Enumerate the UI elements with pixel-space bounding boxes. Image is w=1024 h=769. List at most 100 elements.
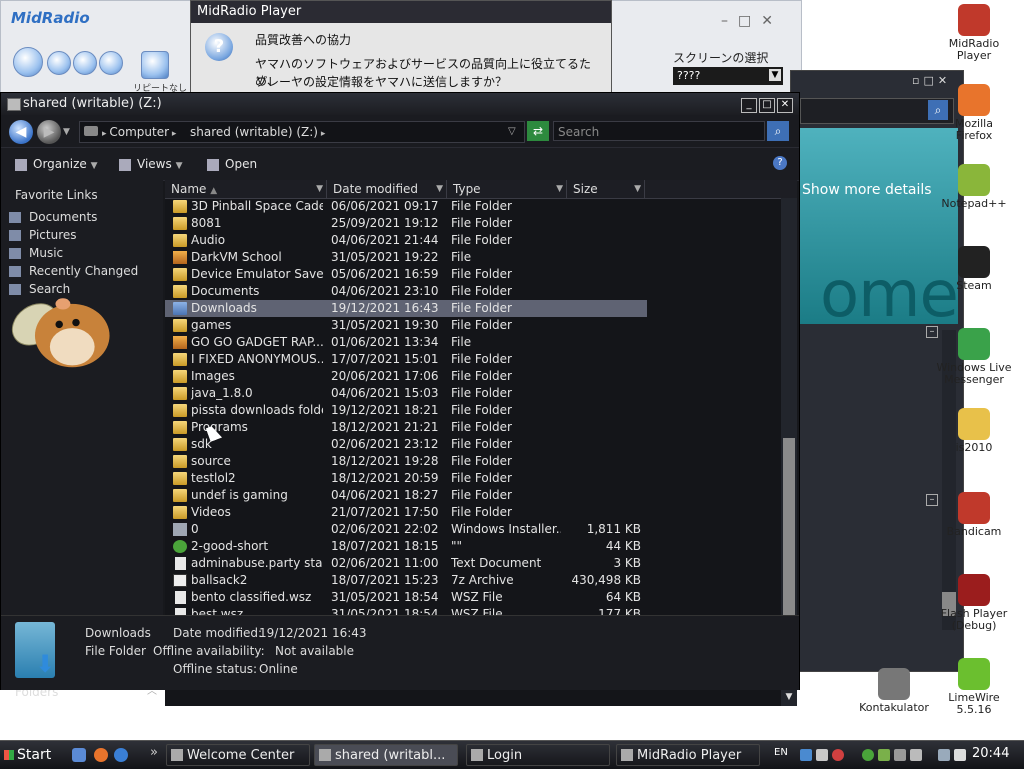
table-row[interactable]: pissta downloads folder 19/12/2021 18:21 F… (165, 402, 647, 419)
table-row[interactable]: 3D Pinball Space Cadet 06/06/2021 09:17 Fi… (165, 198, 647, 215)
desktop-icon[interactable]: Bandicam (936, 492, 1012, 538)
table-row[interactable]: ballsack2 18/07/2021 15:23 7z Archive 430,4… (165, 572, 647, 589)
sidebar-item-recently-changed[interactable]: Recently Changed (9, 264, 138, 278)
chevron-down-icon[interactable]: ▼ (634, 180, 641, 198)
taskbar-button[interactable]: MidRadio Player (616, 744, 760, 766)
back-arrow-icon[interactable]: ◀ (9, 120, 33, 144)
close-button[interactable]: ✕ (777, 98, 793, 113)
firefox-icon[interactable] (94, 748, 108, 762)
cell-name: java_1.8.0 (191, 386, 253, 400)
column-header-name[interactable]: Name ▲ ▼ (165, 180, 327, 198)
taskbar-button[interactable]: Login (466, 744, 610, 766)
repeat-icon[interactable] (141, 51, 169, 79)
tray-app-icon[interactable] (894, 749, 906, 761)
sidebar-item-music[interactable]: Music (9, 246, 63, 260)
table-row[interactable]: Downloads 19/12/2021 16:43 File Folder (165, 300, 647, 317)
tray-app-icon[interactable] (878, 749, 890, 761)
table-row[interactable]: I FIXED ANONYMOUS... 17/07/2021 15:01 File… (165, 351, 647, 368)
table-row[interactable]: bento classified.wsz 31/05/2021 18:54 WSZ … (165, 589, 647, 606)
previous-button[interactable] (73, 51, 97, 75)
column-header-date[interactable]: Date modified ▼ (327, 180, 447, 198)
sidebar-item-documents[interactable]: Documents (9, 210, 97, 224)
table-row[interactable]: Documents 04/06/2021 23:10 File Folder (165, 283, 647, 300)
chevron-right-icon[interactable]: ▸ (318, 129, 326, 139)
minimize-button[interactable]: _ (741, 98, 757, 113)
desktop-icon[interactable]: is2010 (936, 408, 1012, 454)
table-row[interactable]: 0 02/06/2021 22:02 Windows Installer... 1,8… (165, 521, 647, 538)
desktop-icon[interactable]: Windows Live Messenger (936, 328, 1012, 386)
messenger-icon[interactable] (862, 749, 874, 761)
chevron-right-icon[interactable]: ▸ (169, 129, 177, 139)
table-row[interactable]: undef is gaming 04/06/2021 18:27 File Fold… (165, 487, 647, 504)
desktop-icon[interactable]: Mozilla Firefox (936, 84, 1012, 142)
chevron-down-icon[interactable]: ▼ (769, 69, 781, 81)
tray-app-icon[interactable] (910, 749, 922, 761)
display-icon[interactable] (938, 749, 950, 761)
table-row[interactable]: 8081 25/09/2021 19:12 File Folder (165, 215, 647, 232)
table-row[interactable]: GO GO GADGET RAP... 01/06/2021 13:34 File (165, 334, 647, 351)
table-row[interactable]: DarkVM School 31/05/2021 19:22 File (165, 249, 647, 266)
organize-button[interactable]: Organize ▼ (15, 148, 98, 182)
table-row[interactable]: sdk 02/06/2021 23:12 File Folder (165, 436, 647, 453)
screen-select-label: スクリーンの選択 (673, 51, 769, 65)
screen-select-dropdown[interactable]: ???? ▼ (673, 67, 783, 85)
desktop-icon[interactable]: Steam (936, 246, 1012, 292)
table-row[interactable]: java_1.8.0 04/06/2021 15:03 File Folder (165, 385, 647, 402)
maximize-button[interactable]: □ (759, 98, 775, 113)
next-button[interactable] (99, 51, 123, 75)
stop-button[interactable] (47, 51, 71, 75)
tray-app-icon[interactable] (816, 749, 828, 761)
window-controls[interactable]: –□✕ (721, 13, 783, 29)
play-button[interactable] (13, 47, 43, 77)
internet-explorer-icon[interactable] (114, 748, 128, 762)
search-input[interactable]: Search (553, 121, 765, 141)
column-header-size[interactable]: Size ▼ (567, 180, 645, 198)
table-row[interactable]: Images 20/06/2021 17:06 File Folder (165, 368, 647, 385)
table-row[interactable]: Videos 21/07/2021 17:50 File Folder (165, 504, 647, 521)
taskbar-button[interactable]: Welcome Center (166, 744, 310, 766)
taskbar-button-label: MidRadio Player (637, 748, 742, 763)
table-row[interactable]: source 18/12/2021 19:28 File Folder (165, 453, 647, 470)
scroll-down-icon[interactable]: ▼ (781, 692, 797, 706)
table-row[interactable]: Programs 18/12/2021 21:21 File Folder (165, 419, 647, 436)
table-row[interactable]: testlol2 18/12/2021 20:59 File Folder (165, 470, 647, 487)
views-button[interactable]: Views ▼ (119, 148, 182, 182)
volume-icon[interactable] (954, 749, 966, 761)
chevron-down-icon[interactable]: ▼ (316, 180, 323, 198)
search-icon[interactable]: ⌕ (767, 121, 789, 141)
table-row[interactable]: adminabuse.party stan... 02/06/2021 11:00… (165, 555, 647, 572)
table-row[interactable]: 2-good-short 18/07/2021 18:15 "" 44 KB (165, 538, 647, 555)
language-indicator[interactable]: EN (774, 747, 788, 758)
taskbar-button[interactable]: shared (writabl... (314, 744, 458, 766)
start-button[interactable]: Start (0, 743, 60, 767)
chevron-down-icon[interactable]: ▼ (556, 180, 563, 198)
desktop-icon[interactable]: Flash Player (Debug) (936, 574, 1012, 632)
show-desktop-icon[interactable] (72, 748, 86, 762)
cell-type: File Folder (451, 386, 512, 400)
tray-app-icon[interactable] (832, 749, 844, 761)
show-more-details-link[interactable]: Show more details (802, 182, 932, 198)
chevron-down-icon[interactable]: ▽ (508, 122, 516, 142)
desktop-icon[interactable]: MidRadio Player (936, 4, 1012, 62)
clock[interactable]: 20:44 (972, 746, 1009, 761)
desktop-icon[interactable]: Kontakulator (856, 668, 932, 714)
table-row[interactable]: games 31/05/2021 19:30 File Folder (165, 317, 647, 334)
column-header-type[interactable]: Type ▼ (447, 180, 567, 198)
forward-arrow-icon[interactable]: ▶ (37, 120, 61, 144)
history-chevron-icon[interactable]: ▼ (63, 127, 70, 137)
help-icon[interactable]: ? (773, 156, 787, 170)
desktop-icon[interactable]: Notepad++ (936, 164, 1012, 210)
desktop-icon[interactable]: LimeWire 5.5.16 (936, 658, 1012, 716)
breadcrumb-shared[interactable]: shared (writable) (Z:) ▸ (190, 122, 325, 144)
explorer-title[interactable]: shared (writable) (Z:) (1, 93, 799, 115)
breadcrumb-computer[interactable]: ▸ Computer ▸ (102, 122, 176, 144)
address-bar[interactable]: ▸ Computer ▸ shared (writable) (Z:) ▸ ▽ (79, 121, 525, 143)
open-button[interactable]: Open (207, 148, 257, 180)
table-row[interactable]: Audio 04/06/2021 21:44 File Folder (165, 232, 647, 249)
chevron-down-icon[interactable]: ▼ (436, 180, 443, 198)
table-row[interactable]: Device Emulator Save... 05/06/2021 16:59 F… (165, 266, 647, 283)
chevron-right-icon[interactable]: » (150, 745, 158, 760)
sidebar-item-pictures[interactable]: Pictures (9, 228, 77, 242)
network-icon[interactable] (800, 749, 812, 761)
refresh-icon[interactable]: ⇄ (527, 121, 549, 141)
